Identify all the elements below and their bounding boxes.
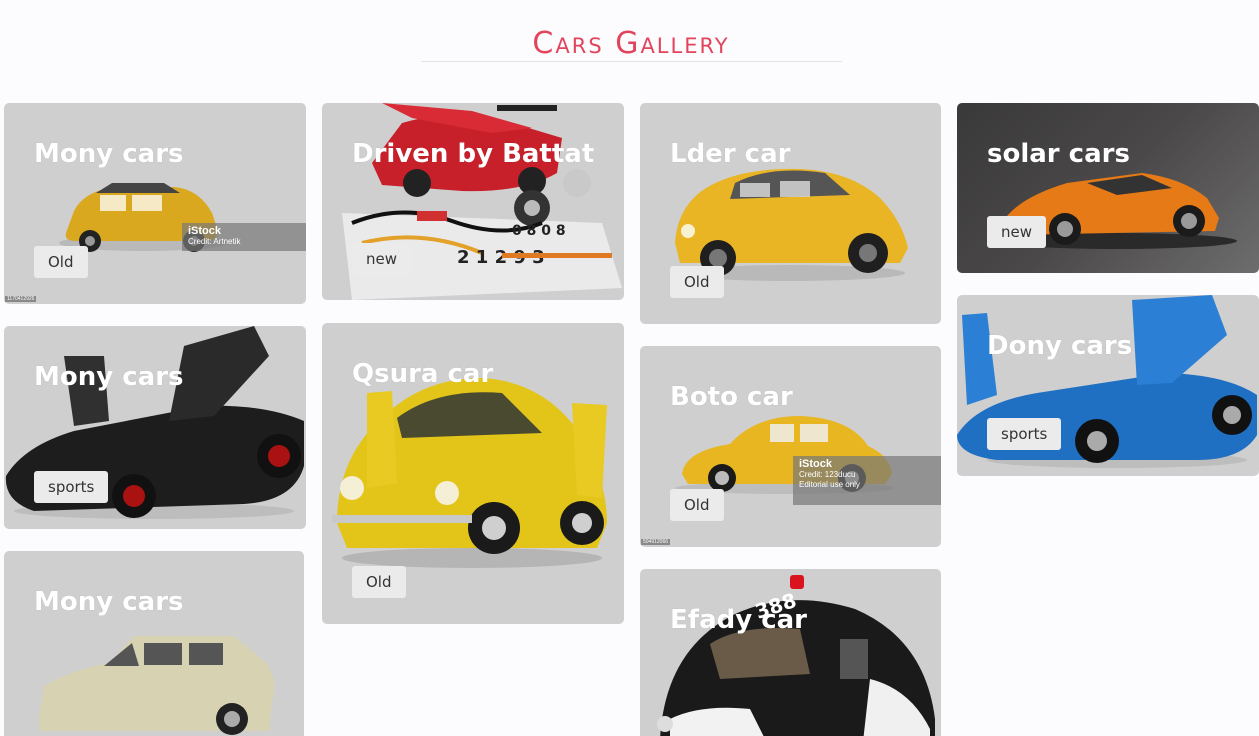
card-title: solar cars — [987, 139, 1130, 169]
card-badge: sports — [34, 471, 109, 503]
title-underline — [421, 61, 842, 62]
istock-watermark: iStock Credit: Artnetik — [182, 223, 306, 251]
gallery-card-dony-cars[interactable]: Dony cars sports — [957, 295, 1259, 476]
page-header: Cars Gallery — [0, 0, 1259, 80]
gallery-card-mony-cars-1[interactable]: iStock Credit: Artnetik 1170412926 Mony c… — [4, 103, 306, 304]
gallery-card-boto-car[interactable]: iStock Credit: 123ducu Editorial use only … — [640, 346, 941, 547]
card-badge: Old — [670, 489, 724, 521]
card-badge: new — [352, 243, 412, 275]
card-title: Mony cars — [34, 587, 184, 617]
card-badge: new — [987, 216, 1047, 248]
stock-id: 504912066 — [641, 539, 671, 545]
gallery-card-mony-cars-3[interactable]: Mony cars — [4, 551, 304, 736]
istock-watermark: iStock Credit: 123ducu Editorial use only — [793, 456, 941, 505]
card-badge: Old — [34, 246, 88, 278]
card-title: Dony cars — [987, 331, 1133, 361]
card-badge: Old — [352, 566, 406, 598]
card-badge: sports — [987, 418, 1062, 450]
gallery-card-qsura-car[interactable]: Qsura car Old — [322, 323, 624, 624]
card-title: Driven by Battat — [352, 139, 595, 169]
card-badge: Old — [670, 266, 724, 298]
stock-id: 1170412926 — [5, 296, 37, 302]
card-title: Mony cars — [34, 139, 184, 169]
gallery-card-efady-car[interactable]: 388 Efady car — [640, 569, 941, 736]
card-title: Qsura car — [352, 359, 494, 389]
page-title: Cars Gallery — [532, 26, 730, 61]
card-title: Efady car — [670, 605, 808, 635]
card-title: Lder car — [670, 139, 791, 169]
beige-sedan-image — [39, 636, 275, 735]
svg-text:0 8 0 8: 0 8 0 8 — [512, 223, 566, 239]
gallery-card-driven-by-battat[interactable]: 0 8 0 8 2 1 2 9 3 Driven by Battat new — [322, 103, 624, 300]
gallery-card-lder-car[interactable]: Lder car Old — [640, 103, 941, 324]
police-beetle-image: 388 — [657, 575, 935, 736]
gallery-card-solar-cars[interactable]: solar cars new — [957, 103, 1259, 273]
gallery-card-mony-cars-2[interactable]: Mony cars sports — [4, 326, 306, 529]
card-title: Boto car — [670, 382, 793, 412]
card-title: Mony cars — [34, 362, 184, 392]
